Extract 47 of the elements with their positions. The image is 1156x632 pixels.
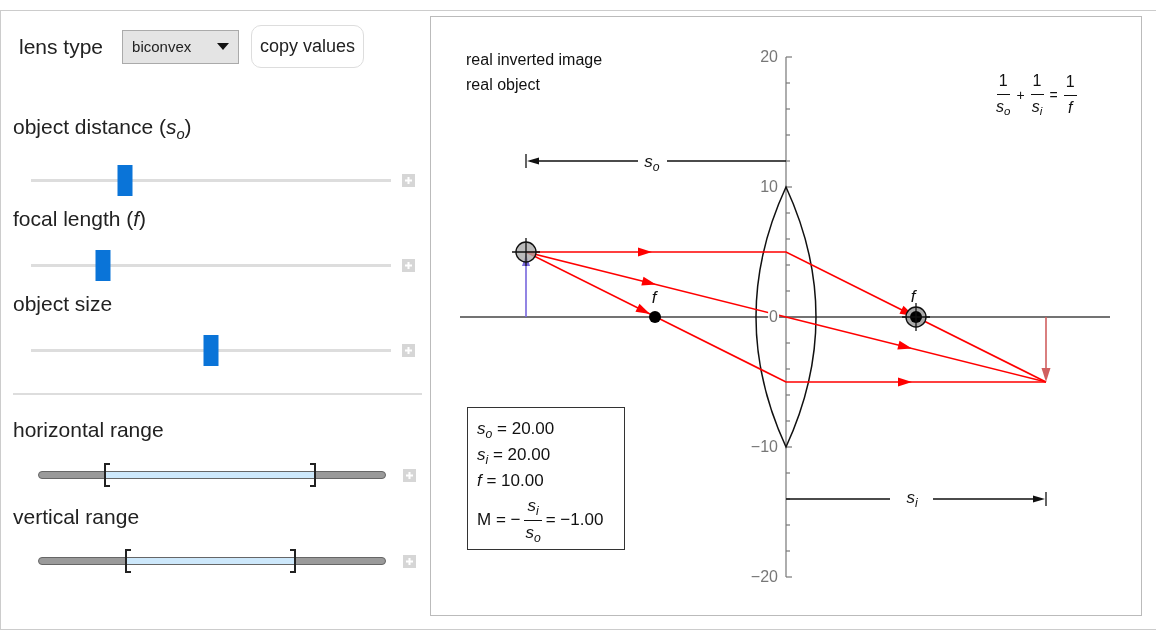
range-handle[interactable] — [124, 549, 132, 574]
range-label: vertical range — [13, 504, 141, 531]
image-arrow — [1041, 316, 1051, 382]
axis-tick-label: −10 — [749, 439, 779, 455]
equation-operator: + — [1016, 88, 1025, 103]
range-label: horizontal range — [13, 417, 165, 444]
object-locator-icon[interactable] — [511, 237, 541, 267]
slider-thumb[interactable] — [117, 164, 133, 196]
caret-icon — [217, 43, 230, 50]
slider[interactable] — [31, 249, 391, 281]
equation-fraction: 1 s$_{o}$ — [996, 73, 1011, 118]
slider-thumb[interactable] — [95, 249, 111, 281]
readout-line: s$_{o}$ = 20.00 — [477, 418, 556, 442]
equation-fraction: 1 f — [1063, 74, 1077, 117]
focal-point — [649, 311, 661, 323]
slider-label: object size — [13, 291, 114, 318]
copy-values-button[interactable]: copy values — [251, 25, 365, 68]
lens-type-dropdown[interactable]: biconvex — [122, 29, 240, 64]
distance-label: s$_{o}$ — [644, 153, 660, 173]
readout-text: M = − — [477, 510, 521, 531]
magnification-fraction: s$_{i}$ s$_{o}$ — [524, 496, 542, 545]
slider-label: object distance (s$_{o}$) — [13, 114, 193, 145]
range-slider[interactable] — [38, 549, 386, 574]
readout-text: = −1.00 — [545, 510, 604, 531]
range-handle[interactable] — [103, 463, 112, 488]
readout-line: f = 10.00 — [477, 470, 545, 492]
focal-label: f — [910, 287, 916, 305]
equation-operator: = — [1049, 88, 1058, 103]
range-handle[interactable] — [288, 549, 297, 574]
image-status-text: real object — [466, 77, 540, 93]
range-handle[interactable] — [309, 463, 318, 488]
lens-type-label: lens type — [19, 33, 104, 60]
focus-locator-icon[interactable] — [901, 302, 931, 332]
axis-tick-label: 0 — [768, 309, 779, 325]
slider-label: focal length (f) — [13, 206, 148, 233]
range-slider[interactable] — [38, 463, 386, 488]
image-status-text: real inverted image — [466, 52, 603, 68]
equation-fraction: 1 s$_{i}$ — [1030, 73, 1044, 118]
slider-thumb[interactable] — [203, 334, 219, 366]
focal-label: f — [651, 288, 657, 306]
axis-tick-label: 20 — [759, 49, 779, 65]
axis-tick-label: 10 — [759, 179, 779, 195]
axis-tick-label: −20 — [749, 569, 779, 585]
slider[interactable] — [31, 334, 391, 366]
slider[interactable] — [31, 164, 391, 196]
readout-line: s$_{i}$ = 20.00 — [477, 444, 552, 468]
distance-label: s$_{i}$ — [906, 489, 918, 509]
